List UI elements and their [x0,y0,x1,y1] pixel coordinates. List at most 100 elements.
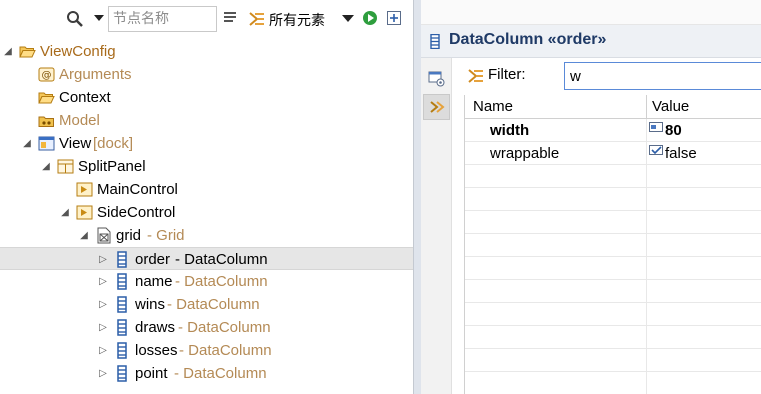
expand-arrow-icon[interactable]: ▷ [97,339,109,362]
tree-node-losses[interactable]: ▷ losses - DataColumn [0,339,413,362]
property-name: width [490,122,530,139]
property-table-header: Name Value [465,95,761,119]
tree-node-context[interactable]: Context [0,86,413,109]
collapse-arrow-icon[interactable]: ◢ [40,155,52,178]
data-column-icon [117,365,127,382]
pane-splitter[interactable] [413,0,421,394]
tree-node-splitpanel[interactable]: ◢ SplitPanel [0,155,413,178]
tree-node-name[interactable]: ▷ name - DataColumn [0,270,413,293]
tree-node-label: ViewConfig [40,43,116,60]
column-divider [646,119,647,142]
tree-node-label: draws [135,319,176,336]
column-divider [646,142,647,165]
chevron-down-icon[interactable] [94,13,104,23]
property-row-empty [465,280,761,303]
tree-node-viewconfig[interactable]: ◢ ViewConfig [0,40,413,63]
column-divider [646,188,647,211]
tree-node-label: Model [59,112,100,129]
property-value[interactable]: 80 [665,122,682,139]
expand-arrow-icon[interactable]: ▷ [97,248,109,271]
outline-pane: 所有元素 ◢ ViewConfig @ [0,0,413,394]
property-row-empty [465,303,761,326]
column-divider[interactable] [646,95,647,119]
tree-node-label: SideControl [97,204,176,221]
data-column-icon [117,342,127,359]
tree-node-label: MainControl [97,181,178,198]
tree-node-arguments[interactable]: @ Arguments [0,63,413,86]
collapse-arrow-icon[interactable]: ◢ [21,132,33,155]
grid-icon [97,227,111,244]
property-row-empty [465,326,761,349]
expand-all-icon[interactable] [387,11,401,25]
property-name: wrappable [490,145,560,162]
data-column-icon [117,251,127,268]
outline-toolbar: 所有元素 [0,0,413,38]
column-divider [646,165,647,188]
column-divider [646,280,647,303]
tree-node-label: grid [116,227,142,244]
tree-node-model[interactable]: Model [0,109,413,132]
expand-arrow-icon[interactable]: ▷ [97,293,109,316]
search-icon[interactable] [66,10,84,28]
tree-node-label: wins [135,296,166,313]
expand-arrow-icon[interactable]: ▷ [97,316,109,339]
column-divider [646,349,647,372]
element-filter-label[interactable]: 所有元素 [269,10,325,30]
collapse-arrow-icon[interactable]: ◢ [59,201,71,224]
data-column-icon [117,273,127,290]
property-row-empty [465,372,761,394]
tree-node-label: SplitPanel [78,158,146,175]
properties-header: DataColumn «order» [421,25,761,58]
tree-node-label: name [135,273,173,290]
tree-node-point[interactable]: ▷ point - DataColumn [0,362,413,385]
tree-node-draws[interactable]: ▷ draws - DataColumn [0,316,413,339]
number-field-icon [649,122,663,132]
model-folder-icon [38,116,54,127]
data-column-icon [117,319,127,336]
tree-node-order[interactable]: ▷ order - DataColumn [0,247,413,270]
column-divider [646,326,647,349]
view-icon [38,136,55,151]
column-divider [646,303,647,326]
column-header-name[interactable]: Name [473,98,513,115]
tree-node-maincontrol[interactable]: MainControl [0,178,413,201]
tree-node-suffix: - Grid [147,227,185,244]
tree-node-grid[interactable]: ◢ grid - Grid [0,224,413,247]
chevron-down-icon[interactable] [342,13,354,23]
properties-pane: DataColumn «order» Filter: Name Value [421,0,761,394]
node-name-search-input[interactable] [108,6,217,32]
column-header-value[interactable]: Value [652,98,689,115]
property-value[interactable]: false [665,145,697,162]
properties-side-toolbar [421,58,452,394]
expand-arrow-icon[interactable]: ▷ [97,362,109,385]
tree-node-suffix: - DataColumn [178,319,271,336]
filter-elements-icon[interactable] [248,10,266,28]
property-row-empty [465,234,761,257]
collapse-arrow-icon[interactable]: ◢ [2,40,14,63]
events-toggle-button[interactable] [423,94,450,120]
properties-view-icon[interactable] [428,70,445,87]
folder-open-icon [19,46,36,58]
data-column-icon [117,296,127,313]
expand-arrow-icon[interactable]: ▷ [97,270,109,293]
tree-node-suffix: - DataColumn [174,365,267,382]
tree-node-sidecontrol[interactable]: ◢ SideControl [0,201,413,224]
property-row-wrappable[interactable]: wrappable false [465,142,761,165]
tree-node-label: Arguments [59,66,132,83]
checkbox-field-icon [649,145,663,155]
data-column-icon [430,34,440,49]
svg-text:@: @ [42,70,52,81]
property-row-empty [465,188,761,211]
property-filter-input[interactable] [564,62,761,90]
run-icon[interactable] [362,10,378,26]
tree-node-wins[interactable]: ▷ wins - DataColumn [0,293,413,316]
collapse-arrow-icon[interactable]: ◢ [78,224,90,247]
property-row-width[interactable]: width 80 [465,119,761,142]
tree-node-label: View [59,135,92,152]
list-icon[interactable] [223,11,237,25]
property-row-empty [465,349,761,372]
property-row-empty [465,257,761,280]
tree-node-view[interactable]: ◢ View [dock] [0,132,413,155]
filter-icon [468,69,483,83]
tree-node-suffix: - DataColumn [175,273,268,290]
